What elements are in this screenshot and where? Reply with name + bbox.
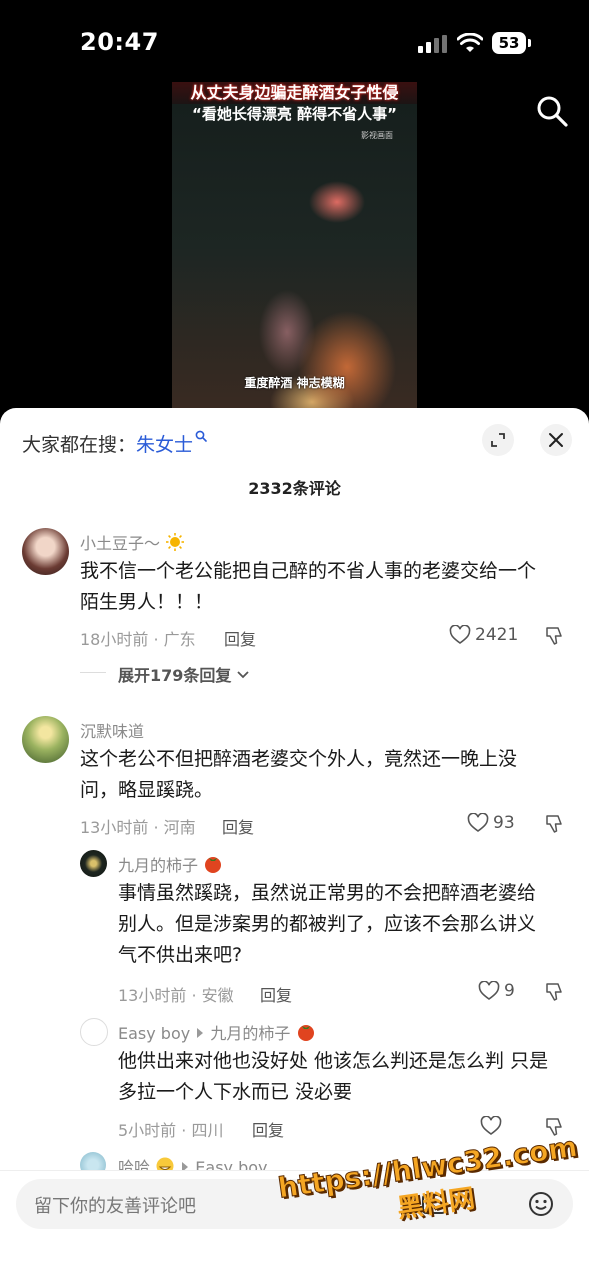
comment-meta: 13小时前 · 河南	[80, 818, 196, 837]
dislike-icon[interactable]	[545, 982, 565, 1002]
wifi-icon	[457, 33, 483, 52]
comment-username[interactable]: 小土豆子～	[80, 530, 185, 554]
persimmon-icon	[205, 857, 222, 873]
like-button[interactable]: 2421	[449, 625, 518, 645]
reply-button[interactable]: 回复	[224, 626, 256, 650]
heart-icon	[480, 1116, 502, 1135]
video-caption: 重度醉酒 神志模糊	[244, 376, 345, 390]
close-icon	[549, 433, 563, 447]
dislike-icon[interactable]	[545, 626, 565, 646]
video-title-line2: “看她长得漂亮 醉得不省人事”	[192, 105, 397, 123]
like-button[interactable]: 93	[467, 813, 515, 833]
expand-icon	[491, 433, 505, 447]
like-count: 9	[504, 981, 515, 1001]
comment-input-placeholder: 留下你的友善评论吧	[34, 1196, 196, 1217]
reply-username[interactable]: 九月的柿子	[118, 852, 223, 876]
sun-icon	[166, 533, 185, 551]
comment-count: 2332条评论	[248, 479, 341, 498]
video-title-line1: 从丈夫身边骗走醉酒女子性侵	[172, 82, 417, 104]
cellular-signal-icon	[418, 35, 448, 53]
dislike-icon[interactable]	[545, 814, 565, 834]
comment-meta: 18小时前 · 广东	[80, 630, 196, 649]
reply-button[interactable]: 回复	[222, 814, 254, 838]
reply-button[interactable]: 回复	[252, 1117, 284, 1141]
like-count: 2421	[475, 625, 519, 645]
video-player[interactable]: 从丈夫身边骗走醉酒女子性侵 “看她长得漂亮 醉得不省人事” 影视画面 重度醉酒 …	[172, 82, 417, 412]
like-count: 93	[493, 813, 515, 833]
trending-search-keyword[interactable]: 朱女士	[136, 434, 193, 456]
search-icon	[195, 430, 207, 442]
video-source-label: 影视画面	[361, 131, 393, 140]
expand-button[interactable]	[482, 424, 514, 456]
avatar[interactable]	[22, 716, 69, 763]
trending-search-prefix: 大家都在搜：	[22, 434, 137, 456]
reply-username[interactable]: Easy boy 九月的柿子	[118, 1020, 316, 1044]
persimmon-icon	[297, 1025, 314, 1041]
battery-tip	[528, 39, 531, 47]
chevron-down-icon	[237, 671, 249, 679]
expand-divider	[80, 672, 106, 673]
reply-button[interactable]: 回复	[260, 982, 292, 1006]
search-icon[interactable]	[535, 94, 569, 128]
heart-icon	[449, 625, 471, 644]
reply-text: 事情虽然蹊跷，虽然说正常男的不会把醉酒老婆给 别人。但是涉案男的都被判了，应该不…	[118, 882, 537, 966]
status-time: 20:47	[80, 28, 159, 56]
reply-meta: 5小时前 · 四川	[118, 1121, 224, 1140]
comment-username[interactable]: 沉默味道	[80, 718, 144, 742]
avatar[interactable]	[22, 528, 69, 575]
heart-icon	[467, 813, 489, 832]
battery-indicator: 53	[492, 32, 526, 54]
avatar[interactable]	[80, 850, 107, 877]
reply-arrow-icon	[197, 1028, 204, 1038]
reply-text: 他供出来对他也没好处 他该怎么判还是怎么判 只是 多拉一个人下水而已 没必要	[118, 1050, 549, 1103]
avatar[interactable]	[80, 1018, 108, 1046]
trending-search[interactable]: 大家都在搜：朱女士	[22, 430, 207, 457]
heart-icon	[478, 981, 500, 1000]
like-button[interactable]: 9	[478, 981, 515, 1001]
status-bar: 20:47 53	[0, 0, 589, 80]
comment-text: 我不信一个老公能把自己醉的不省人事的老婆交给一个 陌生男人！！！	[80, 560, 537, 613]
expand-replies-button[interactable]: 展开179条回复	[118, 662, 249, 686]
comment-text: 这个老公不但把醉酒老婆交个外人，竟然还一晚上没 问，略显蹊跷。	[80, 748, 518, 801]
close-button[interactable]	[540, 424, 572, 456]
reply-meta: 13小时前 · 安徽	[118, 986, 234, 1005]
like-button[interactable]	[480, 1116, 502, 1136]
